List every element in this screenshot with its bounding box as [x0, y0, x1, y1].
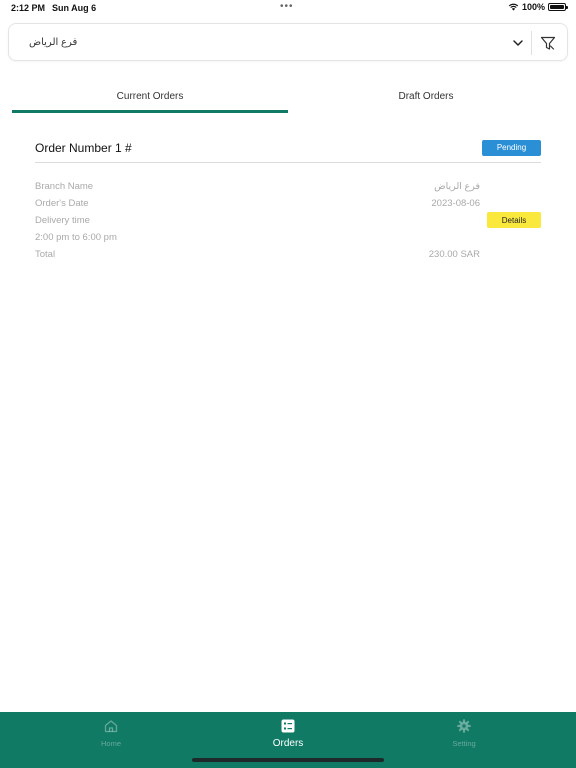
total-value: 230.00 SAR: [428, 249, 480, 260]
order-tabs: Current Orders Draft Orders: [12, 84, 564, 114]
battery-level: [550, 5, 564, 9]
orders-icon: [281, 719, 295, 733]
order-header: Order Number 1 # Pending: [35, 133, 541, 163]
status-bar: 2:12 PM Sun Aug 6 ••• 100%: [0, 0, 576, 16]
battery-icon: [548, 3, 568, 11]
order-date-value: 2023-08-06: [431, 198, 480, 209]
home-icon: [104, 720, 118, 733]
status-indicators: 100%: [508, 2, 568, 12]
nav-item-home[interactable]: Home: [61, 718, 161, 748]
nav-label-orders: Orders: [272, 738, 304, 749]
delivery-time-label: Delivery time: [35, 215, 90, 226]
filter-icon: [540, 36, 556, 50]
order-card: Order Number 1 # Pending Branch Name فرع…: [35, 133, 541, 260]
selector-divider: [531, 31, 532, 55]
order-number: Order Number 1 #: [35, 141, 132, 155]
home-indicator[interactable]: [192, 758, 384, 762]
nav-label-setting: Setting: [452, 739, 476, 748]
multitasking-dots-icon[interactable]: •••: [280, 1, 294, 12]
nav-item-setting[interactable]: Setting: [414, 718, 514, 748]
filter-button[interactable]: [537, 33, 559, 53]
active-tab-indicator: [12, 110, 288, 113]
status-date: Sun Aug 6: [52, 3, 97, 13]
nav-item-orders[interactable]: Orders: [238, 718, 338, 749]
order-date-label: Order's Date: [35, 198, 89, 209]
branch-name-value: فرع الرياض: [434, 181, 480, 192]
chevron-down-icon[interactable]: [511, 36, 525, 50]
status-badge: Pending: [482, 140, 541, 156]
nav-label-home: Home: [100, 739, 121, 748]
wifi-icon: [508, 3, 519, 11]
details-button[interactable]: Details: [487, 212, 541, 228]
branch-name-label: Branch Name: [35, 181, 94, 192]
branch-selector-value: فرع الرياض: [29, 37, 78, 48]
tab-current-orders[interactable]: Current Orders: [12, 84, 288, 112]
gear-icon: [457, 719, 471, 733]
delivery-window-value: 2:00 pm to 6:00 pm: [35, 232, 117, 243]
status-time: 2:12 PM: [11, 3, 46, 13]
tab-draft-orders[interactable]: Draft Orders: [288, 84, 564, 112]
branch-selector[interactable]: فرع الرياض: [8, 23, 568, 61]
total-label: Total: [35, 249, 56, 260]
battery-percent: 100%: [521, 2, 545, 12]
